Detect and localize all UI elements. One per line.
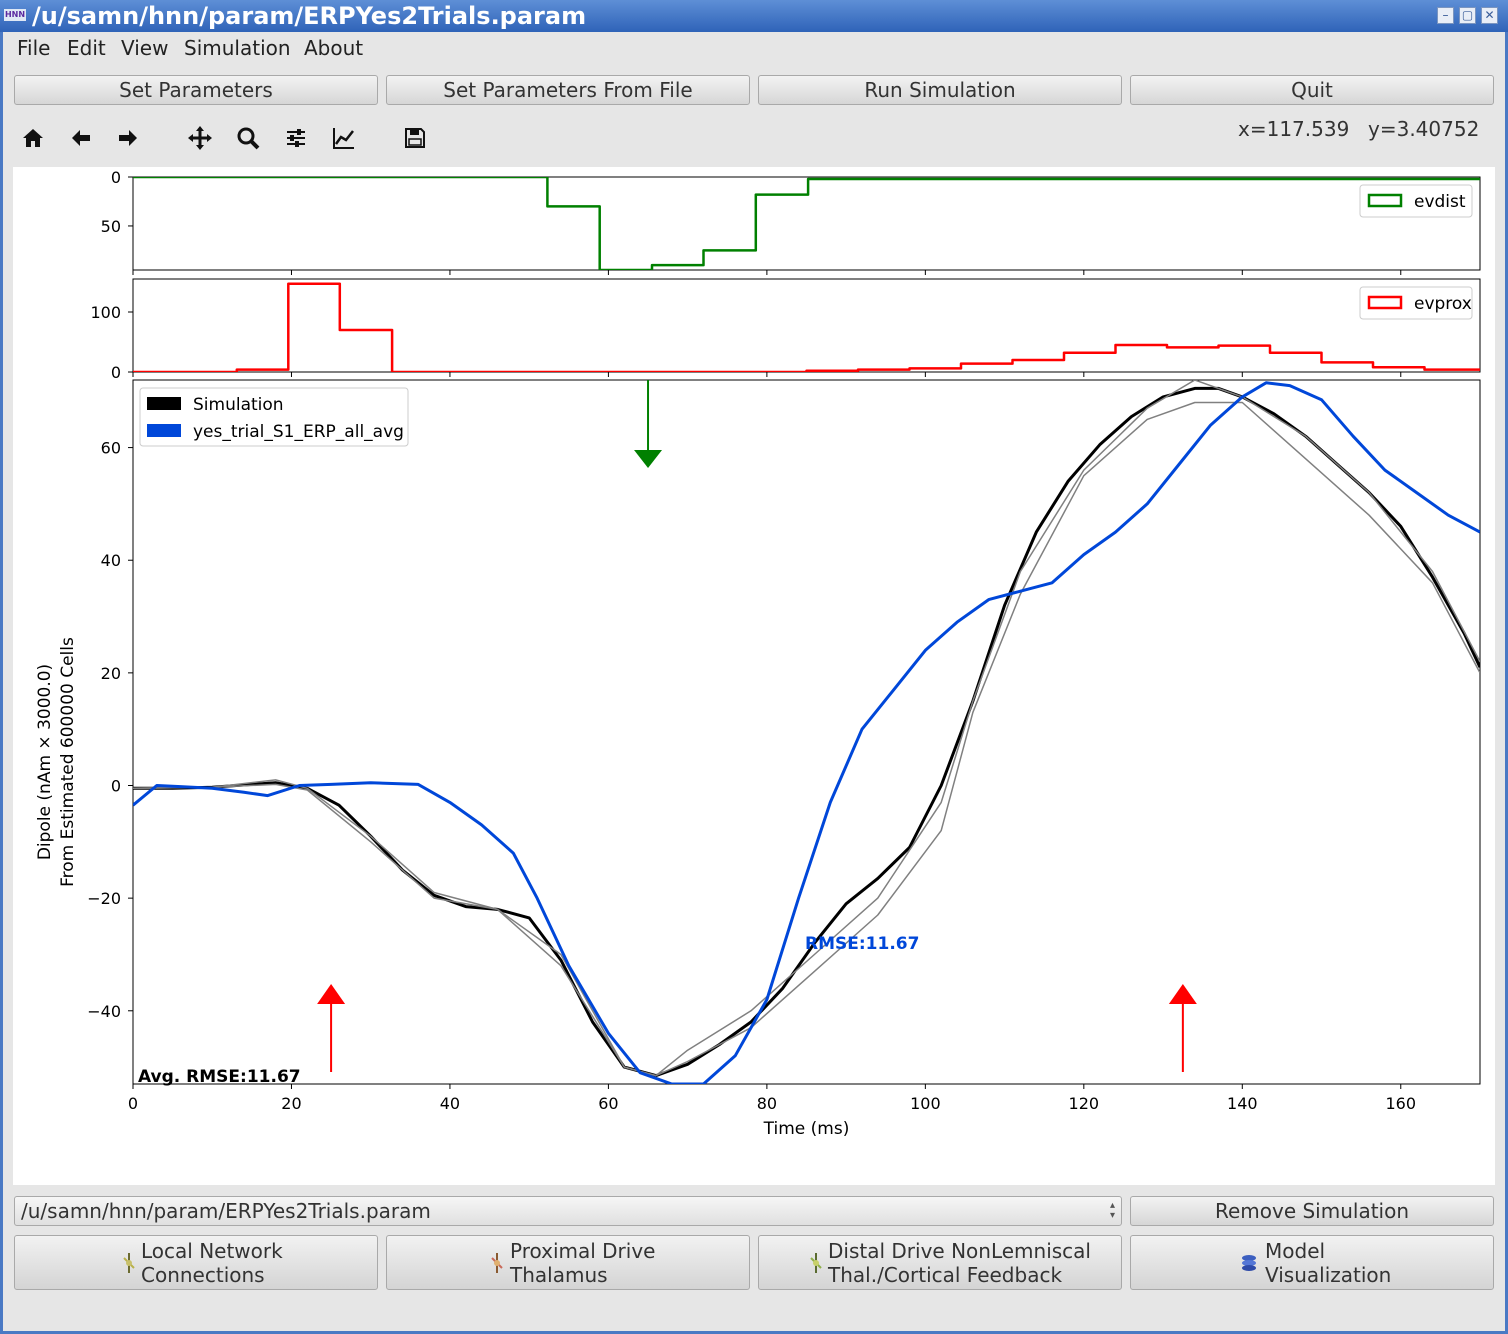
x-tick-label: 0 [128, 1094, 138, 1113]
title-bar[interactable]: HNN /u/samn/hnn/param/ERPYes2Trials.para… [0, 0, 1508, 32]
set-parameters-from-file-button[interactable]: Set Parameters From File [386, 75, 750, 105]
distal-drive-label-1: Distal Drive NonLemniscal [828, 1239, 1091, 1263]
minimize-icon[interactable]: – [1437, 7, 1454, 24]
model-visualization-label-1: Model [1265, 1239, 1326, 1263]
maximize-icon[interactable]: ▢ [1459, 7, 1476, 24]
series-line-trial-2 [133, 401, 1480, 1077]
pan-icon[interactable] [185, 123, 215, 153]
combo-arrows-icon: ▴ ▾ [1109, 1200, 1115, 1221]
distal-drive-button[interactable]: Distal Drive NonLemniscal Thal./Cortical… [758, 1235, 1122, 1290]
x-tick-label: 100 [910, 1094, 941, 1113]
plot-canvas[interactable]: 0 50 0 100 −40 −20 0 20 40 60 evdist evprox 0 20 40 60 8… [13, 167, 1495, 1185]
legend-label-evprox: evprox [1414, 294, 1472, 314]
axes-frame-evprox [132, 278, 1481, 373]
local-network-label-2: Connections [141, 1263, 265, 1287]
x-tick-label: 80 [757, 1094, 777, 1113]
set-parameters-button[interactable]: Set Parameters [14, 75, 378, 105]
configure-subplots-icon[interactable] [281, 123, 311, 153]
menu-about[interactable]: About [304, 36, 363, 60]
y-tick-label: 100 [90, 303, 121, 322]
model-visualization-label-2: Visualization [1265, 1263, 1392, 1287]
evprox-arrowhead-icon [1168, 984, 1197, 1004]
y-tick-label: 40 [101, 551, 121, 570]
proximal-drive-label-1: Proximal Drive [510, 1239, 656, 1263]
rmse-annotation: RMSE:11.67 [805, 934, 919, 954]
y-tick-label: 20 [101, 664, 121, 683]
menu-edit[interactable]: Edit [67, 36, 106, 60]
local-network-connections-button[interactable]: Local Network Connections [14, 1235, 378, 1290]
series-line-evprox [133, 282, 1480, 372]
legend-swatch-simulation [147, 397, 181, 410]
y-tick-label: 50 [101, 217, 121, 236]
x-tick-label: 40 [440, 1094, 460, 1113]
proximal-drive-label-2: Thalamus [510, 1263, 608, 1287]
menu-file[interactable]: File [17, 36, 50, 60]
avg-rmse-annotation: Avg. RMSE:11.67 [138, 1067, 301, 1087]
series-line-simulation [133, 386, 1480, 1078]
series-line-evdist [133, 177, 1480, 270]
x-tick-label: 140 [1227, 1094, 1258, 1113]
back-arrow-icon[interactable] [66, 123, 96, 153]
series-line-trial-1 [133, 380, 1480, 1077]
axes-frame-evdist [132, 176, 1481, 271]
edit-axis-icon[interactable] [329, 123, 359, 153]
legend-swatch-data [147, 424, 181, 437]
y-coordinate-readout: y=3.40752 [1368, 117, 1480, 141]
local-network-label-1: Local Network [141, 1239, 283, 1263]
distal-drive-icon [810, 1253, 822, 1273]
proximal-drive-icon [491, 1253, 503, 1273]
save-icon[interactable] [400, 123, 430, 153]
quit-button[interactable]: Quit [1130, 75, 1494, 105]
model-visualization-button[interactable]: Model Visualization [1130, 1235, 1494, 1290]
menu-view[interactable]: View [121, 36, 168, 60]
simulation-select[interactable]: /u/samn/hnn/param/ERPYes2Trials.param ▴ ▾ [14, 1196, 1122, 1226]
close-icon[interactable]: ✕ [1481, 7, 1498, 24]
legend-label-evdist: evdist [1414, 192, 1466, 212]
y-tick-label: 0 [111, 168, 121, 187]
window-title: /u/samn/hnn/param/ERPYes2Trials.param [32, 2, 587, 30]
remove-simulation-button[interactable]: Remove Simulation [1130, 1196, 1494, 1226]
y-axis-label-line-1: Dipole (nAm × 3000.0) [35, 664, 55, 860]
run-simulation-button[interactable]: Run Simulation [758, 75, 1122, 105]
x-tick-label: 60 [598, 1094, 618, 1113]
legend-label-simulation: Simulation [193, 395, 284, 415]
proximal-drive-thalamus-button[interactable]: Proximal Drive Thalamus [386, 1235, 750, 1290]
x-tick-label: 20 [281, 1094, 301, 1113]
forward-arrow-icon[interactable] [113, 123, 143, 153]
y-tick-label: 60 [101, 439, 121, 458]
y-tick-label: −20 [87, 889, 121, 908]
zoom-icon[interactable] [233, 123, 263, 153]
model-visualization-icon [1242, 1255, 1256, 1271]
x-axis-label: Time (ms) [763, 1119, 850, 1139]
legend-label-data: yes_trial_S1_ERP_all_avg [193, 422, 404, 442]
x-coordinate-readout: x=117.539 [1238, 117, 1350, 141]
app-logo-icon: HNN [4, 9, 26, 21]
evprox-arrowhead-icon [317, 984, 346, 1004]
evdist-arrowhead-icon [634, 450, 663, 468]
network-icon [123, 1253, 135, 1273]
x-tick-label: 120 [1069, 1094, 1100, 1113]
x-tick-label: 160 [1385, 1094, 1416, 1113]
y-tick-label: 0 [111, 777, 121, 796]
y-tick-label: 0 [111, 363, 121, 382]
home-icon[interactable] [18, 123, 48, 153]
figure[interactable]: 0 50 0 100 −40 −20 0 20 40 60 evdist evprox 0 20 40 60 8… [13, 167, 1495, 1185]
y-tick-label: −40 [87, 1002, 121, 1021]
y-axis-label-line-2: From Estimated 600000 Cells [58, 637, 78, 887]
menu-simulation[interactable]: Simulation [184, 36, 291, 60]
distal-drive-label-2: Thal./Cortical Feedback [828, 1263, 1063, 1287]
simulation-select-value: /u/samn/hnn/param/ERPYes2Trials.param [21, 1199, 431, 1223]
